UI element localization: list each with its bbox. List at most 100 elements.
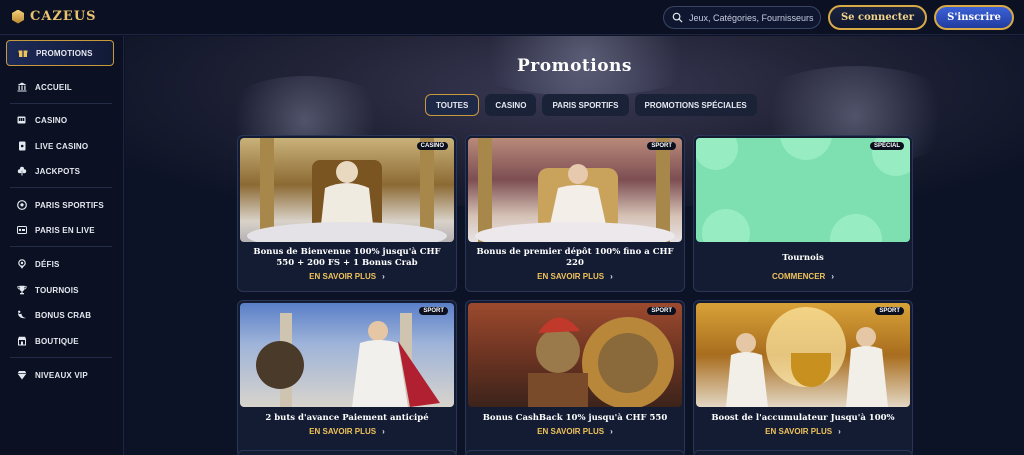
- promo-tabs: TOUTES CASINO PARIS SPORTIFS PROMOTIONS …: [425, 94, 757, 116]
- promo-card-image: CASINO: [240, 138, 454, 242]
- promo-card[interactable]: SPORT Boost de l'accumulateur Jusqu'à 10…: [693, 300, 913, 455]
- promo-card-image: SPORT: [468, 138, 682, 242]
- sidebar-item-bonus-crab[interactable]: BONUS CRAB: [6, 303, 114, 327]
- page-title: Promotions: [517, 56, 632, 76]
- top-header: CAZEUS Se connecter S'inscrire: [0, 0, 1024, 35]
- tab-toutes[interactable]: TOUTES: [425, 94, 480, 116]
- learn-more-label: EN SAVOIR PLUS: [309, 272, 377, 281]
- start-label: COMMENCER: [771, 272, 826, 281]
- temple-icon: [17, 82, 27, 92]
- trophy-icon: [17, 285, 27, 295]
- tab-paris-sportifs[interactable]: PARIS SPORTIFS: [542, 94, 629, 116]
- promo-card-title: 2 buts d'avance Paiement anticipé: [265, 413, 429, 423]
- category-badge: SPORT: [419, 307, 448, 315]
- sidebar-item-label: PARIS SPORTIFS: [35, 200, 104, 210]
- sidebar-item-paris-en-live[interactable]: PARIS EN LIVE: [6, 218, 114, 242]
- learn-more-label: EN SAVOIR PLUS: [309, 427, 377, 436]
- diamond-icon: [17, 370, 27, 380]
- tournament-pattern: [696, 138, 910, 242]
- sidebar-item-label: ACCUEIL: [35, 82, 72, 92]
- category-badge: SPORT: [647, 142, 676, 150]
- sidebar-item-label: PROMOTIONS: [36, 48, 93, 58]
- search-box[interactable]: [663, 6, 821, 29]
- promo-card[interactable]: SPORT Bonus de premier dépôt 100% fino a…: [465, 135, 685, 292]
- learn-more-link[interactable]: EN SAVOIR PLUS ›: [466, 272, 684, 281]
- search-icon: [672, 12, 683, 23]
- sidebar-divider: [10, 187, 112, 188]
- sidebar-item-niveaux-vip[interactable]: NIVEAUX VIP: [6, 363, 114, 387]
- sidebar-divider: [10, 246, 112, 247]
- medal-icon: [17, 259, 27, 269]
- goddess-illustration: [475, 138, 675, 242]
- chevron-right-icon: ›: [838, 427, 841, 436]
- promo-card-image: SPÉCIAL: [696, 138, 910, 242]
- promo-card[interactable]: CASINO Bonus de Bienvenue 100% jusqu'à C…: [237, 135, 457, 292]
- promo-card-title: Bonus de premier dépôt 100% fino a CHF 2…: [476, 247, 674, 268]
- sidebar-item-paris-sportifs[interactable]: PARIS SPORTIFS: [6, 193, 114, 217]
- promo-card[interactable]: SPÉCIAL Tournois COMMENCER ›: [693, 135, 913, 292]
- sidebar-item-promotions[interactable]: PROMOTIONS: [6, 40, 114, 66]
- sidebar: PROMOTIONS ACCUEIL CASINO LIVE CASINO JA…: [0, 36, 124, 455]
- register-button[interactable]: S'inscrire: [934, 5, 1014, 30]
- zeus-illustration: [247, 138, 447, 242]
- logo[interactable]: CAZEUS: [12, 9, 97, 24]
- learn-more-label: EN SAVOIR PLUS: [537, 427, 605, 436]
- main-content: Promotions TOUTES CASINO PARIS SPORTIFS …: [125, 36, 1024, 455]
- logo-mark-icon: [12, 9, 24, 24]
- sidebar-item-accueil[interactable]: ACCUEIL: [6, 75, 114, 99]
- learn-more-label: EN SAVOIR PLUS: [537, 272, 605, 281]
- learn-more-link[interactable]: EN SAVOIR PLUS ›: [466, 427, 684, 436]
- category-badge: SPORT: [875, 307, 904, 315]
- promo-card-title: Bonus CashBack 10% jusqu'à CHF 550: [482, 413, 668, 423]
- sidebar-item-label: CASINO: [35, 115, 68, 125]
- sidebar-item-jackpots[interactable]: JACKPOTS: [6, 159, 114, 183]
- promo-card-title: Tournois: [782, 253, 824, 263]
- chevron-right-icon: ›: [382, 272, 385, 281]
- sidebar-item-label: LIVE CASINO: [35, 141, 89, 151]
- sidebar-item-defis[interactable]: DÉFIS: [6, 252, 114, 276]
- sidebar-item-label: BOUTIQUE: [35, 336, 79, 346]
- login-button[interactable]: Se connecter: [828, 5, 927, 30]
- shop-icon: [17, 336, 27, 346]
- sidebar-item-label: JACKPOTS: [35, 166, 81, 176]
- chevron-right-icon: ›: [831, 272, 834, 281]
- learn-more-link[interactable]: EN SAVOIR PLUS ›: [238, 427, 456, 436]
- learn-more-link[interactable]: EN SAVOIR PLUS ›: [694, 427, 912, 436]
- tab-casino[interactable]: CASINO: [485, 94, 537, 116]
- sidebar-item-live-casino[interactable]: LIVE CASINO: [6, 134, 114, 158]
- promo-card[interactable]: SPORT 2 buts d'avance Paiement anticipé …: [237, 300, 457, 455]
- start-link[interactable]: COMMENCER ›: [694, 272, 912, 281]
- clover-icon: [17, 166, 27, 176]
- promo-card[interactable]: SPORT Bonus CashBack 10% jusqu'à CHF 550…: [465, 300, 685, 455]
- sidebar-item-boutique[interactable]: BOUTIQUE: [6, 329, 114, 353]
- learn-more-link[interactable]: EN SAVOIR PLUS ›: [238, 272, 456, 281]
- promo-card-title: Bonus de Bienvenue 100% jusqu'à CHF 550 …: [253, 247, 441, 268]
- athena-illustration: [256, 313, 440, 407]
- promo-card-image: SPORT: [240, 303, 454, 407]
- trophy-goddesses-illustration: [726, 307, 888, 407]
- category-badge: CASINO: [416, 142, 448, 150]
- sidebar-item-label: TOURNOIS: [35, 285, 79, 295]
- spartan-illustration: [528, 317, 674, 407]
- sidebar-item-label: BONUS CRAB: [35, 310, 92, 320]
- sidebar-item-label: NIVEAUX VIP: [35, 370, 88, 380]
- promo-card-image: SPORT: [696, 303, 910, 407]
- promo-card-title: Boost de l'accumulateur Jusqu'à 100%: [711, 413, 895, 423]
- category-badge: SPORT: [647, 307, 676, 315]
- sidebar-divider: [10, 103, 112, 104]
- live-icon: [17, 225, 27, 235]
- slot-icon: [17, 115, 27, 125]
- chevron-right-icon: ›: [382, 427, 385, 436]
- tab-promotions-speciales[interactable]: PROMOTIONS SPÉCIALES: [634, 94, 757, 116]
- gift-icon: [18, 48, 28, 58]
- search-input[interactable]: [689, 12, 819, 23]
- promo-card-partial: [237, 450, 457, 455]
- chevron-right-icon: ›: [610, 427, 613, 436]
- sidebar-item-label: DÉFIS: [35, 259, 60, 269]
- sidebar-item-tournois[interactable]: TOURNOIS: [6, 278, 114, 302]
- sidebar-item-casino[interactable]: CASINO: [6, 108, 114, 132]
- learn-more-label: EN SAVOIR PLUS: [765, 427, 833, 436]
- card-icon: [17, 141, 27, 151]
- ball-icon: [17, 200, 27, 210]
- logo-text: CAZEUS: [30, 9, 97, 24]
